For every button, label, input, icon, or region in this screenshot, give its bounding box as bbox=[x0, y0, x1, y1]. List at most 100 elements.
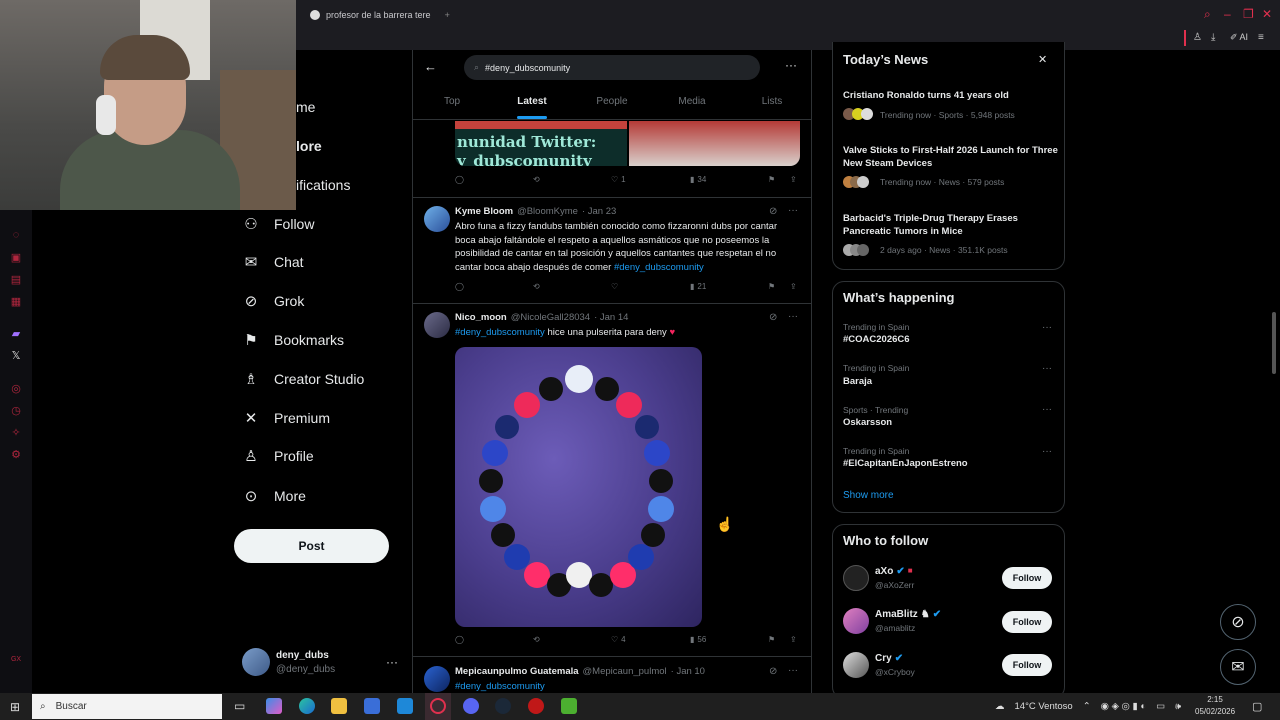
follow-user-1-name[interactable]: aXo bbox=[875, 566, 893, 577]
gx-player-icon[interactable]: ▦ bbox=[10, 295, 22, 308]
account-avatar[interactable] bbox=[242, 648, 270, 676]
back-arrow-icon[interactable]: ← bbox=[424, 59, 437, 74]
windows-start-icon[interactable]: ⊞ bbox=[10, 700, 20, 714]
gx-settings-icon[interactable]: ⚙ bbox=[10, 448, 22, 461]
follow-user-1-avatar[interactable] bbox=[843, 565, 869, 591]
tweet-4-more-icon[interactable]: ··· bbox=[788, 665, 798, 676]
grok-floating-button[interactable]: ⊘ bbox=[1220, 604, 1256, 640]
trend-2-tag[interactable]: Baraja bbox=[843, 376, 872, 387]
tweet-4-date[interactable]: · Jan 10 bbox=[671, 666, 705, 677]
tweet-3-like[interactable]: ♡ 4 bbox=[611, 635, 626, 644]
search-options-icon[interactable]: ··· bbox=[785, 58, 797, 72]
trend-1-more-icon[interactable]: ··· bbox=[1042, 322, 1052, 333]
download-icon[interactable]: ⤓ bbox=[1211, 32, 1215, 43]
nav-more[interactable]: ⊙ More bbox=[242, 484, 306, 508]
show-more-link[interactable]: Show more bbox=[843, 490, 894, 501]
taskbar-search-box[interactable]: ⌕ Buscar bbox=[32, 694, 222, 719]
trend-4-more-icon[interactable]: ··· bbox=[1042, 446, 1052, 457]
minecraft-icon[interactable] bbox=[561, 698, 577, 714]
opera-gx-icon[interactable] bbox=[430, 698, 446, 714]
follow-button[interactable]: Follow bbox=[1002, 611, 1052, 633]
trend-2-more-icon[interactable]: ··· bbox=[1042, 363, 1052, 374]
share-icon[interactable]: ⇪ bbox=[790, 175, 797, 184]
search-input[interactable]: ⌕ #deny_dubscomunity bbox=[464, 55, 760, 80]
tweet-4-hashtag[interactable]: #deny_dubscomunity bbox=[455, 681, 545, 692]
nav-home[interactable]: me bbox=[296, 95, 315, 119]
tweet-1-image-right[interactable] bbox=[629, 121, 800, 166]
tray-chevron-icon[interactable]: ⌃ bbox=[1083, 701, 1091, 712]
tweet-4-avatar[interactable] bbox=[424, 666, 450, 692]
trend-3-tag[interactable]: Oskarsson bbox=[843, 417, 892, 428]
tweet-2-hashtag[interactable]: #deny_dubscomunity bbox=[614, 262, 704, 273]
tweet-3-hashtag[interactable]: #deny_dubscomunity bbox=[455, 327, 545, 338]
reply-icon[interactable]: ◯ bbox=[455, 635, 464, 644]
volume-icon[interactable]: 🕪 bbox=[1175, 701, 1181, 712]
close-window-icon[interactable]: ✕ bbox=[1262, 8, 1274, 20]
retweet-icon[interactable]: ⟲ bbox=[533, 635, 540, 644]
retweet-icon[interactable]: ⟲ bbox=[533, 175, 540, 184]
tweet-2-avatar[interactable] bbox=[424, 206, 450, 232]
store-icon[interactable] bbox=[364, 698, 380, 714]
tweet-3-views[interactable]: ▮ 56 bbox=[690, 635, 706, 644]
tab-media[interactable]: Media bbox=[652, 90, 732, 119]
restore-icon[interactable]: ❐ bbox=[1243, 8, 1255, 20]
tweet-2-author[interactable]: Kyme Bloom bbox=[455, 206, 513, 217]
tweet-2-handle[interactable]: @BloomKyme bbox=[517, 206, 578, 217]
nav-grok[interactable]: ⊘ Grok bbox=[242, 289, 305, 313]
page-scrollbar[interactable] bbox=[1272, 312, 1276, 374]
follow-user-3-avatar[interactable] bbox=[843, 652, 869, 678]
gx-history-icon[interactable]: ◎ bbox=[10, 382, 22, 395]
edge-icon[interactable] bbox=[299, 698, 315, 714]
tab-latest[interactable]: Latest bbox=[492, 90, 572, 119]
tweet-1-image-left[interactable]: nunidad Twitter: y_dubscomunity bbox=[455, 121, 627, 166]
messages-floating-button[interactable]: ✉ bbox=[1220, 649, 1256, 685]
account-icon[interactable]: ♙ bbox=[1193, 32, 1202, 43]
news-item-3-headline[interactable]: Barbacid's Triple-Drug Therapy Erases Pa… bbox=[843, 212, 1058, 238]
trend-3-more-icon[interactable]: ··· bbox=[1042, 404, 1052, 415]
nav-premium[interactable]: ✕ Premium bbox=[242, 406, 330, 430]
taskbar-clock[interactable]: 2:15 05/02/2026 bbox=[1195, 694, 1235, 718]
news-item-1-headline[interactable]: Cristiano Ronaldo turns 41 years old bbox=[843, 89, 1058, 102]
tweet-4-author[interactable]: Mepicaunpulmo Guatemala bbox=[455, 666, 579, 677]
close-icon[interactable]: ✕ bbox=[1038, 53, 1047, 66]
tray-app-icons[interactable]: ◉ ◈ ◎ ▮ ◐ bbox=[1101, 701, 1146, 712]
gx-clock-icon[interactable]: ◷ bbox=[10, 404, 22, 417]
bookmark-icon[interactable]: ⚑ bbox=[768, 175, 775, 184]
bookmark-icon[interactable]: ⚑ bbox=[768, 282, 775, 291]
trend-1-tag[interactable]: #COAC2026C6 bbox=[843, 334, 910, 345]
follow-user-2-name[interactable]: AmaBlitz bbox=[875, 609, 918, 620]
tweet-3-date[interactable]: · Jan 14 bbox=[594, 312, 628, 323]
nav-explore[interactable]: lore bbox=[296, 134, 322, 158]
share-icon[interactable]: ⇪ bbox=[790, 282, 797, 291]
gx-corner-icon[interactable]: ▤ bbox=[10, 273, 22, 286]
obs-icon[interactable] bbox=[528, 698, 544, 714]
retweet-icon[interactable]: ⟲ bbox=[533, 282, 540, 291]
share-icon[interactable]: ⇪ bbox=[790, 635, 797, 644]
post-button[interactable]: Post bbox=[234, 529, 389, 563]
account-menu-icon[interactable]: ··· bbox=[386, 655, 398, 669]
tweet-3-avatar[interactable] bbox=[424, 312, 450, 338]
tweet-3-more-icon[interactable]: ··· bbox=[788, 311, 798, 322]
grok-explain-icon[interactable]: ⊘ bbox=[769, 206, 777, 217]
tweet-2-date[interactable]: · Jan 23 bbox=[582, 206, 616, 217]
trend-4-tag[interactable]: #ElCapitanEnJaponEstreno bbox=[843, 458, 968, 469]
file-explorer-icon[interactable] bbox=[331, 698, 347, 714]
grok-explain-icon[interactable]: ⊘ bbox=[769, 312, 777, 323]
weather-text[interactable]: 14°C Ventoso bbox=[1015, 701, 1073, 712]
tweet-3-handle[interactable]: @NicoleGall28034 bbox=[511, 312, 590, 323]
follow-user-2-avatar[interactable] bbox=[843, 608, 869, 634]
nav-bookmarks[interactable]: ⚑ Bookmarks bbox=[242, 328, 344, 352]
gx-store-icon[interactable]: ▣ bbox=[10, 251, 22, 264]
tweet-3-image[interactable] bbox=[455, 347, 702, 627]
nav-chat[interactable]: ✉ Chat bbox=[242, 250, 304, 274]
nav-notifications[interactable]: ifications bbox=[296, 173, 350, 197]
notifications-icon[interactable]: ▢ bbox=[1252, 700, 1262, 713]
tab-lists[interactable]: Lists bbox=[732, 90, 812, 119]
grok-explain-icon[interactable]: ⊘ bbox=[769, 666, 777, 677]
x-sidebar-icon[interactable]: 𝕏 bbox=[10, 349, 22, 362]
news-item-2-headline[interactable]: Valve Sticks to First-Half 2026 Launch f… bbox=[843, 144, 1058, 170]
copilot-icon[interactable] bbox=[266, 698, 282, 714]
minimize-icon[interactable]: – bbox=[1224, 8, 1236, 20]
nav-follow[interactable]: ⚇ Follow bbox=[242, 212, 314, 236]
discord-icon[interactable] bbox=[463, 698, 479, 714]
